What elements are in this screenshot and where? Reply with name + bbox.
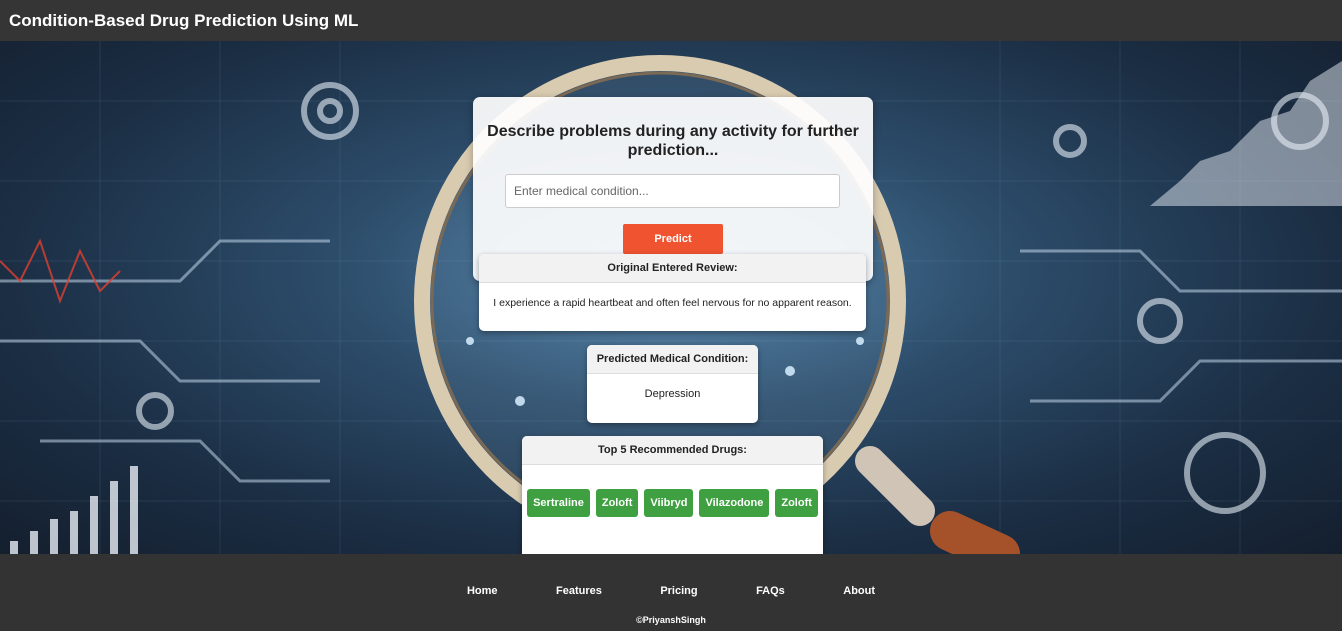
drug-chip[interactable]: Vilazodone [699,489,770,517]
drug-chip[interactable]: Zoloft [775,489,818,517]
footer: Home Features Pricing FAQs About ©Priyan… [0,554,1342,631]
review-text: I experience a rapid heartbeat and often… [493,297,852,309]
footer-link-features[interactable]: Features [556,585,602,597]
recommended-drugs-title: Top 5 Recommended Drugs: [522,436,823,465]
drug-chip[interactable]: Sertraline [527,489,590,517]
copyright: ©PriyanshSingh [636,615,706,625]
page-title: Condition-Based Drug Prediction Using ML [9,11,359,30]
app-header: Condition-Based Drug Prediction Using ML [0,0,1342,41]
review-title: Original Entered Review: [479,254,866,283]
footer-link-pricing[interactable]: Pricing [660,585,697,597]
form-heading: Describe problems during any activity fo… [487,123,859,159]
drug-list: Sertraline Zoloft Viibryd Vilazodone Zol… [522,489,823,517]
drug-chip[interactable]: Viibryd [644,489,694,517]
condition-input[interactable] [505,174,840,208]
drug-chip[interactable]: Zoloft [595,489,639,517]
predict-button[interactable]: Predict [623,224,723,254]
predicted-condition-panel: Predicted Medical Condition: Depression [587,345,758,423]
recommended-drugs-panel: Top 5 Recommended Drugs: Sertraline Zolo… [522,436,823,567]
footer-link-about[interactable]: About [843,585,875,597]
footer-link-home[interactable]: Home [467,585,498,597]
footer-link-faqs[interactable]: FAQs [756,585,785,597]
review-panel: Original Entered Review: I experience a … [479,254,866,331]
footer-nav: Home Features Pricing FAQs About [0,581,1342,599]
predicted-condition-value: Depression [644,388,701,400]
predicted-condition-title: Predicted Medical Condition: [587,345,758,374]
